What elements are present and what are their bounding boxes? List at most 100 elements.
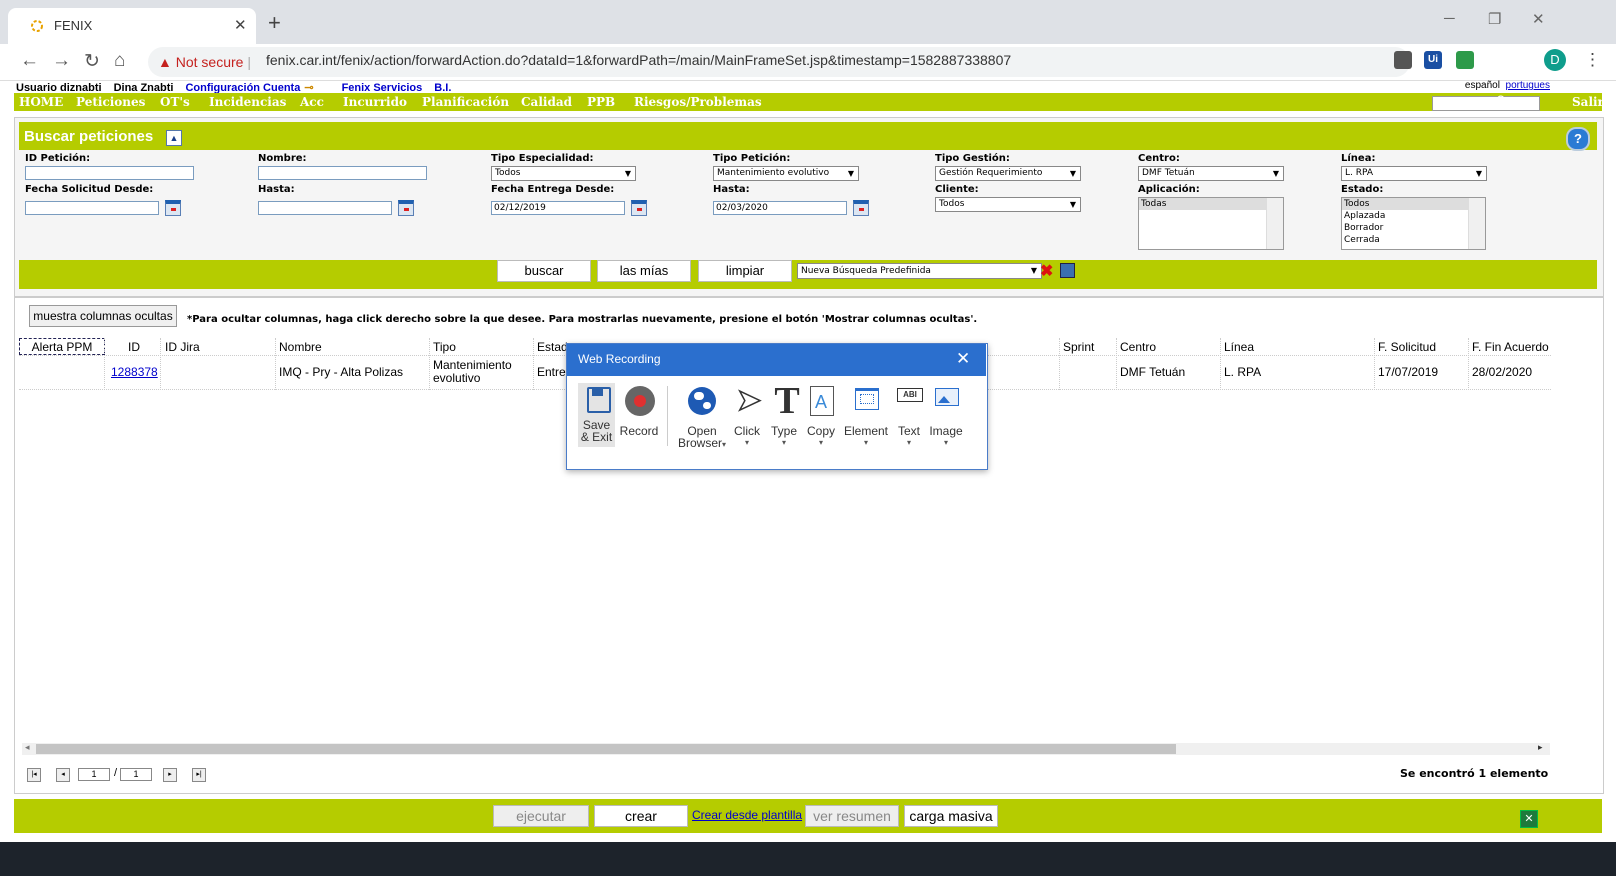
crear-desde-plantilla-link[interactable]: Crear desde plantilla — [692, 808, 802, 822]
forward-icon[interactable]: → — [52, 50, 71, 72]
ver-resumen-button[interactable]: ver resumen — [805, 805, 899, 827]
not-secure-badge[interactable]: ▲ Not secure | — [158, 54, 251, 70]
nav-peticiones[interactable]: Peticiones — [76, 95, 145, 109]
calendar-icon[interactable] — [165, 200, 181, 216]
new-tab-button[interactable]: + — [268, 10, 281, 36]
lang-pt[interactable]: portugues — [1506, 80, 1550, 91]
nav-incurrido[interactable]: Incurrido — [343, 95, 407, 109]
window-close-icon[interactable]: ✕ — [1532, 10, 1545, 28]
show-hidden-columns-button[interactable]: muestra columnas ocultas — [29, 305, 177, 327]
nav-search-input[interactable] — [1432, 96, 1540, 111]
estado-option[interactable]: Todos — [1342, 198, 1470, 210]
col-f-fin-acuerdo[interactable]: F. Fin Acuerdo — [1472, 340, 1549, 354]
delete-icon[interactable]: ✖ — [1040, 261, 1053, 281]
save-icon[interactable] — [1060, 263, 1075, 278]
scrollbar[interactable] — [1266, 198, 1283, 249]
predefined-search-select[interactable]: Nueva Búsqueda Predefinida ▼ — [797, 263, 1042, 279]
estado-list[interactable]: Todos Aplazada Borrador Cerrada — [1341, 197, 1486, 250]
record-tool[interactable]: Record — [619, 384, 659, 438]
estado-option[interactable]: Cerrada — [1342, 234, 1485, 246]
cliente-select[interactable]: Todos ▼ — [935, 197, 1081, 212]
calendar-icon[interactable] — [853, 200, 869, 216]
carga-masiva-button[interactable]: carga masiva — [904, 805, 998, 827]
nav-ppb[interactable]: PPB — [587, 95, 615, 109]
scroll-right-icon[interactable]: ▸ — [1538, 742, 1543, 753]
help-icon[interactable]: ? — [1566, 127, 1590, 151]
crear-button[interactable]: crear — [594, 805, 688, 827]
tipo-peticion-select[interactable]: Mantenimiento evolutivo ▼ — [713, 166, 859, 181]
url-text[interactable]: fenix.car.int/fenix/action/forwardAction… — [266, 52, 1011, 68]
browser-menu-icon[interactable]: ⋮ — [1584, 50, 1601, 70]
nav-incidencias[interactable]: Incidencias — [209, 95, 286, 109]
nombre-input[interactable] — [258, 166, 427, 180]
linea-select[interactable]: L. RPA ▼ — [1341, 166, 1487, 181]
restore-icon[interactable]: ❐ — [1488, 10, 1501, 28]
nav-planificacion[interactable]: Planificación — [422, 95, 509, 109]
excel-export-icon[interactable]: ✕ — [1520, 810, 1538, 828]
type-tool[interactable]: T Type ▾ — [770, 382, 800, 447]
element-tool[interactable]: Element ▾ — [843, 384, 889, 447]
prev-page-icon[interactable]: ◂ — [56, 768, 70, 782]
las-mias-button[interactable]: las mías — [597, 260, 691, 282]
ejecutar-button[interactable]: ejecutar — [493, 805, 589, 827]
row-id-link[interactable]: 1288378 — [111, 365, 158, 379]
logout-link[interactable]: Salir — [1572, 95, 1604, 109]
fecha-solicitud-hasta-input[interactable] — [258, 201, 392, 215]
nav-riesgos[interactable]: Riesgos/Problemas — [634, 95, 762, 109]
col-linea[interactable]: Línea — [1224, 340, 1254, 354]
first-page-icon[interactable]: |◂ — [27, 768, 41, 782]
fecha-solicitud-desde-input[interactable] — [25, 201, 159, 215]
nav-calidad[interactable]: Calidad — [521, 95, 572, 109]
back-icon[interactable]: ← — [20, 50, 39, 72]
save-exit-tool[interactable]: Save & Exit — [578, 384, 615, 444]
aplicacion-option[interactable]: Todas — [1139, 198, 1267, 210]
pocket-extension-icon[interactable] — [1394, 51, 1412, 69]
home-icon[interactable]: ⌂ — [114, 50, 125, 72]
image-tool[interactable]: Image ▾ — [928, 384, 964, 447]
page-current-input[interactable]: 1 — [78, 768, 110, 781]
fecha-entrega-desde-input[interactable]: 02/12/2019 — [491, 201, 625, 215]
next-page-icon[interactable]: ▸ — [163, 768, 177, 782]
reload-icon[interactable]: ↻ — [84, 50, 100, 73]
click-tool[interactable]: ➤ Click ▾ — [732, 383, 762, 447]
search-icon[interactable]: ⚲ — [1496, 93, 1506, 109]
calendar-icon[interactable] — [631, 200, 647, 216]
aplicacion-list[interactable]: Todas — [1138, 197, 1284, 250]
col-id-jira[interactable]: ID Jira — [165, 340, 200, 354]
tipo-especialidad-select[interactable]: Todos ▼ — [491, 166, 636, 181]
estado-option[interactable]: Aplazada — [1342, 210, 1485, 222]
col-sprint[interactable]: Sprint — [1063, 340, 1094, 354]
col-tipo[interactable]: Tipo — [433, 340, 456, 354]
col-nombre[interactable]: Nombre — [279, 340, 322, 354]
scrollbar[interactable] — [1468, 198, 1485, 249]
lang-es[interactable]: español — [1465, 80, 1500, 91]
calendar-icon[interactable] — [398, 200, 414, 216]
minimize-icon[interactable]: ─ — [1444, 10, 1455, 27]
open-browser-tool[interactable]: Open Browser▾ — [677, 384, 727, 450]
centro-select[interactable]: DMF Tetuán ▼ — [1138, 166, 1284, 181]
profile-avatar[interactable]: D — [1544, 49, 1566, 71]
scroll-left-icon[interactable]: ◂ — [25, 742, 30, 753]
col-estado[interactable]: Estad — [537, 340, 568, 354]
text-tool[interactable]: ABI Text ▾ — [894, 384, 924, 447]
dialog-close-icon[interactable]: ✕ — [956, 349, 970, 369]
last-page-icon[interactable]: ▸| — [192, 768, 206, 782]
id-peticion-input[interactable] — [25, 166, 194, 180]
fecha-entrega-hasta-input[interactable]: 02/03/2020 — [713, 201, 847, 215]
buscar-button[interactable]: buscar — [497, 260, 591, 282]
sheets-extension-icon[interactable] — [1456, 51, 1474, 69]
limpiar-button[interactable]: limpiar — [698, 260, 792, 282]
tab-close-icon[interactable]: ✕ — [234, 16, 247, 34]
copy-tool[interactable]: A Copy ▾ — [805, 384, 837, 447]
uipath-extension-icon[interactable]: Ui — [1424, 51, 1442, 69]
scrollbar-thumb[interactable] — [36, 744, 1176, 754]
col-alerta-ppm[interactable]: Alerta PPM — [19, 338, 105, 355]
nav-acc[interactable]: Acc — [300, 95, 324, 109]
col-f-solicitud[interactable]: F. Solicitud — [1378, 340, 1436, 354]
collapse-icon[interactable]: ▲ — [166, 130, 182, 146]
nav-ots[interactable]: OT's — [160, 95, 190, 109]
browser-tab[interactable]: FENIX ✕ — [8, 8, 256, 44]
col-centro[interactable]: Centro — [1120, 340, 1156, 354]
estado-option[interactable]: Borrador — [1342, 222, 1485, 234]
nav-home[interactable]: HOME — [19, 95, 63, 109]
